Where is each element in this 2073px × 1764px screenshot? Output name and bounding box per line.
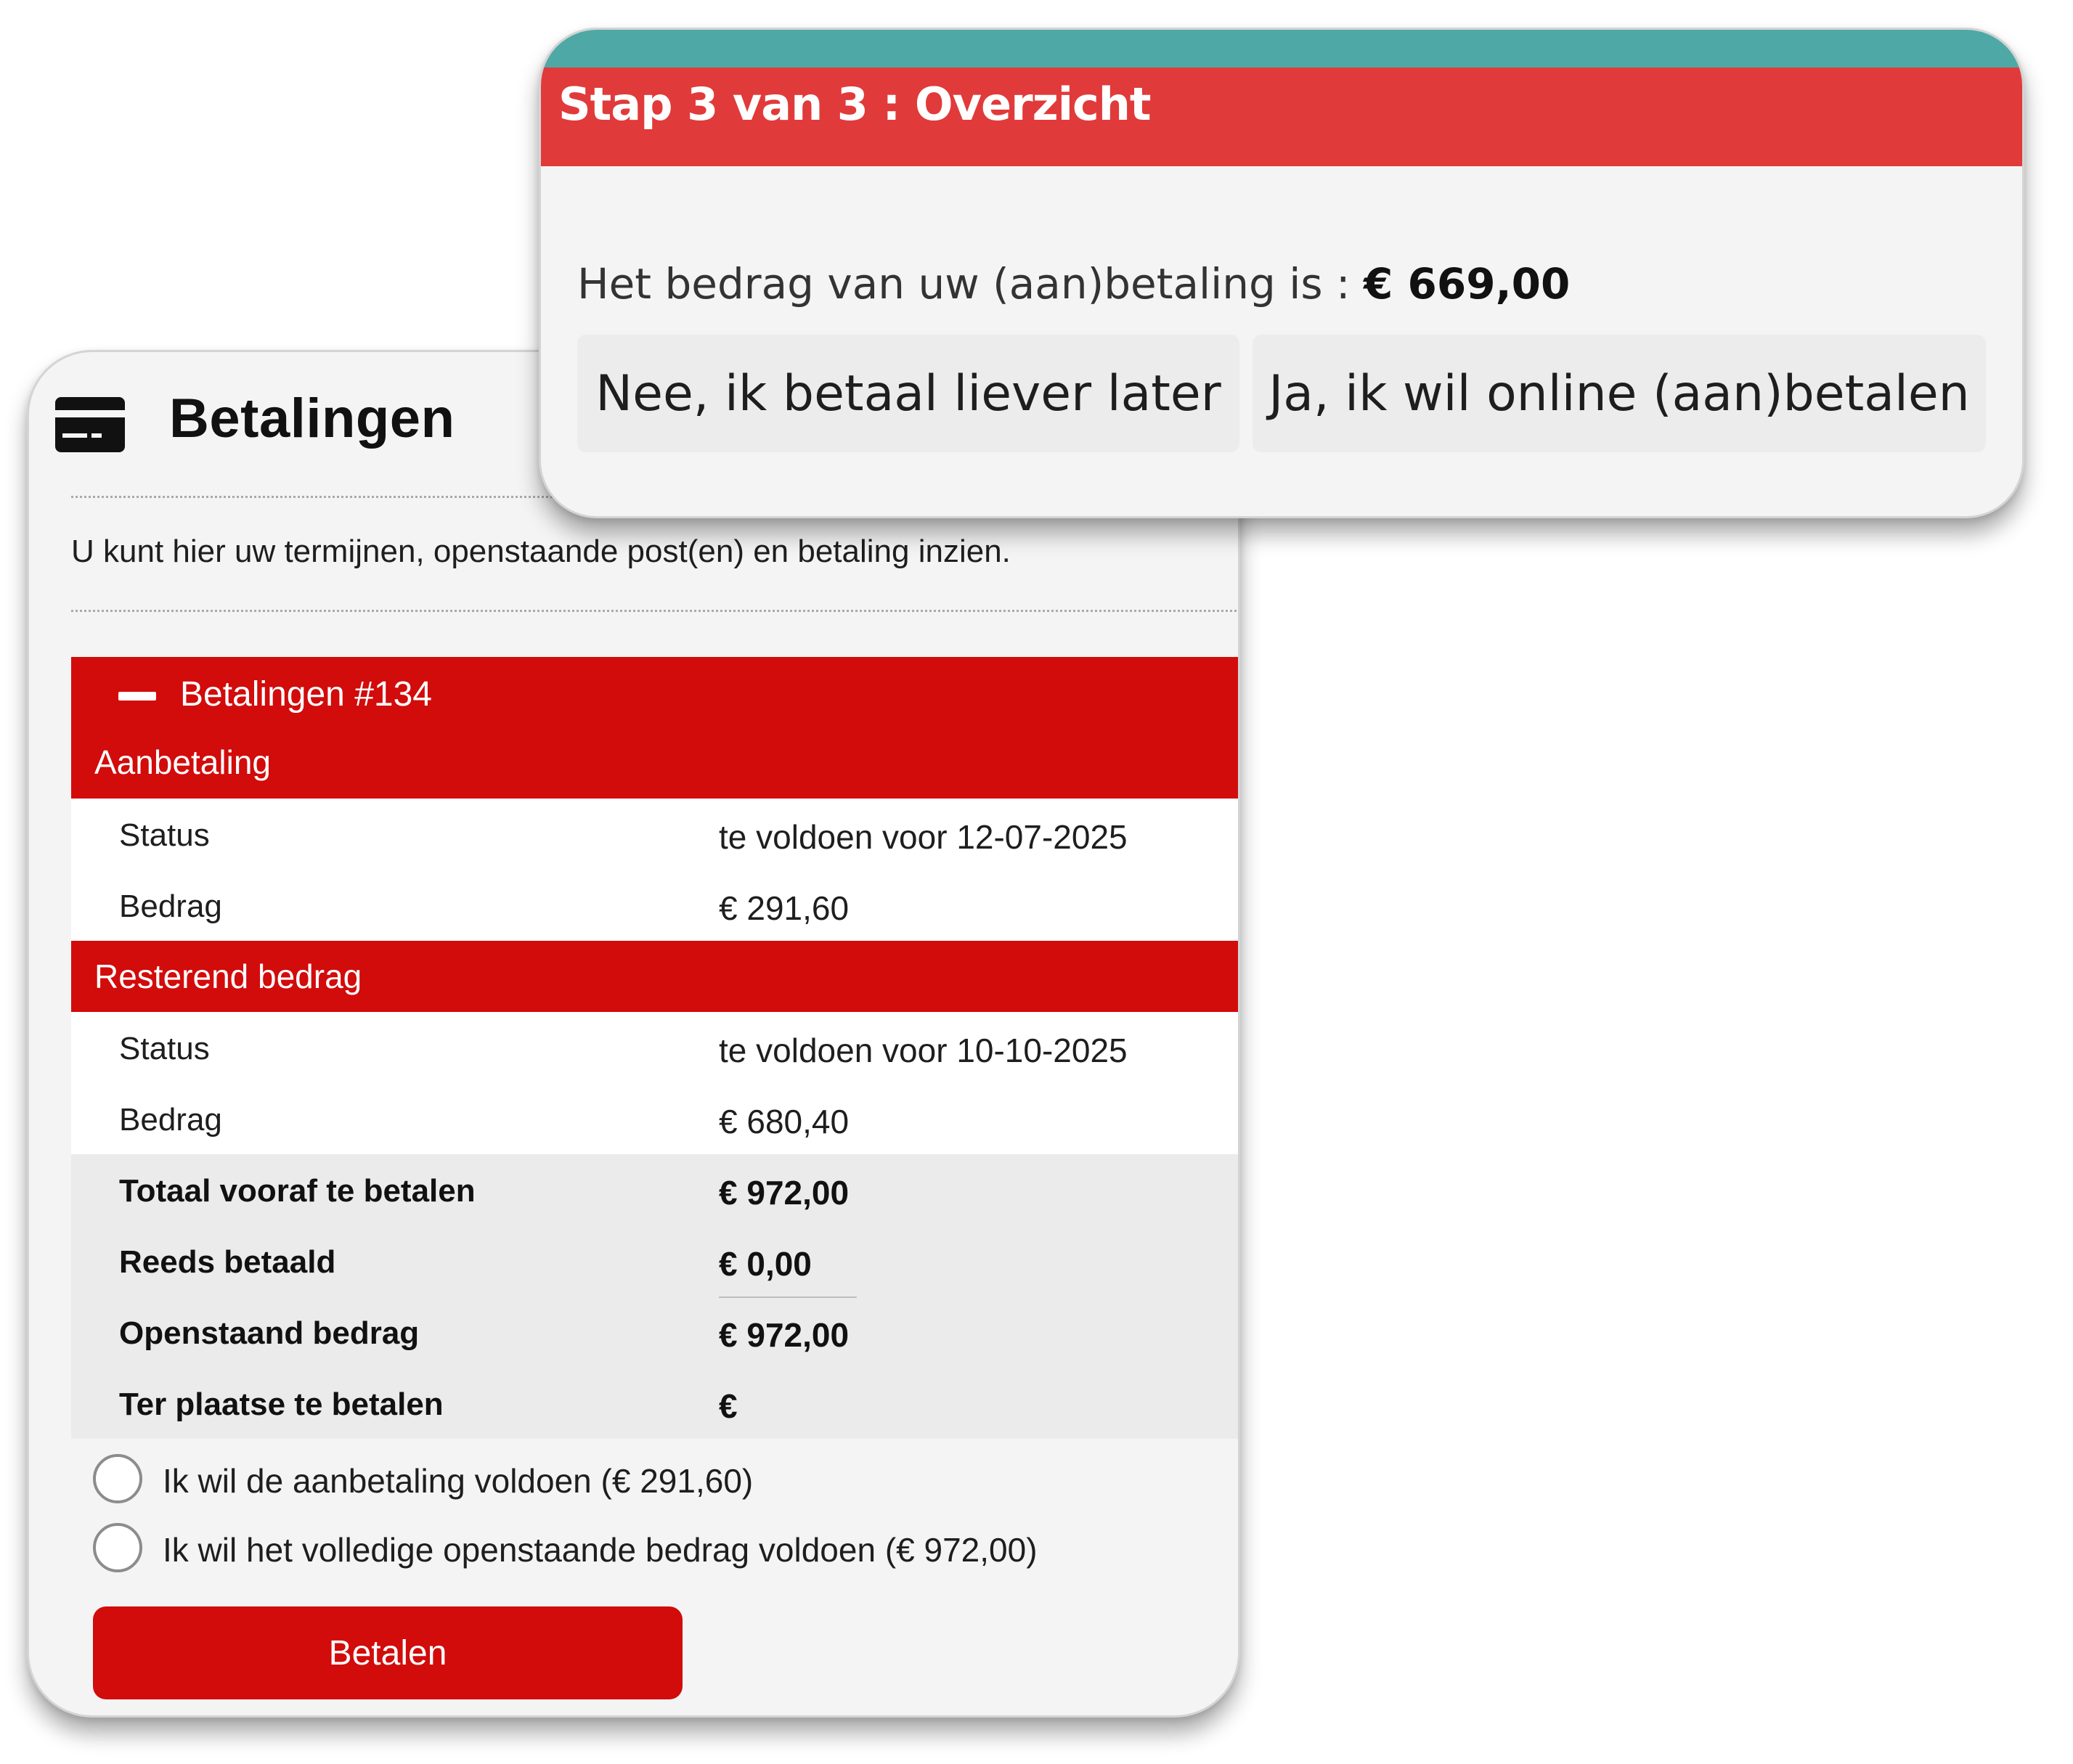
section-label-remaining: Resterend bedrag: [94, 957, 362, 995]
dialog-accent-bar: [541, 30, 2022, 68]
sum-divider: [719, 1297, 857, 1298]
pay-button[interactable]: Betalen: [93, 1606, 683, 1699]
radio-full[interactable]: [93, 1523, 142, 1572]
step-dialog: Stap 3 van 3 : Overzicht Het bedrag van …: [539, 28, 2024, 518]
row-key: Status: [119, 817, 210, 853]
page-title: Betalingen: [169, 388, 455, 449]
credit-card-icon: [55, 397, 125, 452]
outstanding-value: € 972,00: [719, 1316, 850, 1354]
pay-online-button[interactable]: Ja, ik wil online (aan)betalen: [1253, 335, 1986, 452]
table-row: Status te voldoen voor 12-07-2025: [71, 799, 1238, 870]
total-value: € 972,00: [719, 1174, 850, 1212]
amount-line: Het bedrag van uw (aan)betaling is : € 6…: [577, 259, 1570, 309]
row-value: te voldoen voor 10-10-2025: [719, 1032, 1128, 1069]
payments-card: Betalingen U kunt hier uw termijnen, ope…: [27, 350, 1240, 1718]
paid-key: Reeds betaald: [119, 1244, 336, 1280]
panel-header[interactable]: Betalingen #134 Aanbetaling: [71, 657, 1238, 799]
row-value: € 291,60: [719, 889, 850, 927]
table-row: Bedrag € 291,60: [71, 870, 1238, 941]
row-key: Bedrag: [119, 889, 222, 924]
panel-title: Betalingen #134: [180, 675, 432, 714]
table-row: Bedrag € 680,40: [71, 1083, 1238, 1154]
on-site-value: €: [719, 1387, 738, 1425]
table-row: Openstaand bedrag € 972,00: [71, 1297, 1238, 1368]
section-label-deposit: Aanbetaling: [94, 743, 271, 781]
totals-rows: Totaal vooraf te betalen € 972,00 Reeds …: [71, 1154, 1238, 1439]
on-site-key: Ter plaatse te betalen: [119, 1387, 444, 1422]
deposit-rows: Status te voldoen voor 12-07-2025 Bedrag…: [71, 799, 1238, 941]
intro-text: U kunt hier uw termijnen, openstaande po…: [71, 534, 1011, 569]
table-row: Status te voldoen voor 10-10-2025: [71, 1012, 1238, 1083]
total-key: Totaal vooraf te betalen: [119, 1173, 476, 1209]
row-value: € 680,40: [719, 1103, 850, 1140]
table-row: Reeds betaald € 0,00: [71, 1225, 1238, 1297]
table-row: Ter plaatse te betalen €: [71, 1368, 1238, 1439]
row-key: Status: [119, 1031, 210, 1066]
divider: [71, 610, 1237, 612]
row-key: Bedrag: [119, 1102, 222, 1138]
table-row: Totaal vooraf te betalen € 972,00: [71, 1154, 1238, 1225]
dialog-title: Stap 3 van 3 : Overzicht: [558, 78, 1152, 131]
paid-value: € 0,00: [719, 1245, 812, 1283]
collapse-minus-icon[interactable]: [118, 692, 156, 701]
outstanding-key: Openstaand bedrag: [119, 1315, 420, 1351]
remaining-rows: Status te voldoen voor 10-10-2025 Bedrag…: [71, 1012, 1238, 1154]
option-label[interactable]: Ik wil de aanbetaling voldoen (€ 291,60): [163, 1461, 753, 1500]
amount-prefix: Het bedrag van uw (aan)betaling is :: [577, 259, 1364, 309]
amount-value: € 669,00: [1364, 259, 1571, 309]
row-value: te voldoen voor 12-07-2025: [719, 818, 1128, 856]
payments-panel: Betalingen #134 Aanbetaling Status te vo…: [71, 657, 1238, 1439]
section-bar-remaining: Resterend bedrag: [71, 941, 1238, 1012]
pay-later-button[interactable]: Nee, ik betaal liever later: [577, 335, 1239, 452]
radio-deposit[interactable]: [93, 1454, 142, 1503]
option-label[interactable]: Ik wil het volledige openstaande bedrag …: [163, 1530, 1038, 1569]
